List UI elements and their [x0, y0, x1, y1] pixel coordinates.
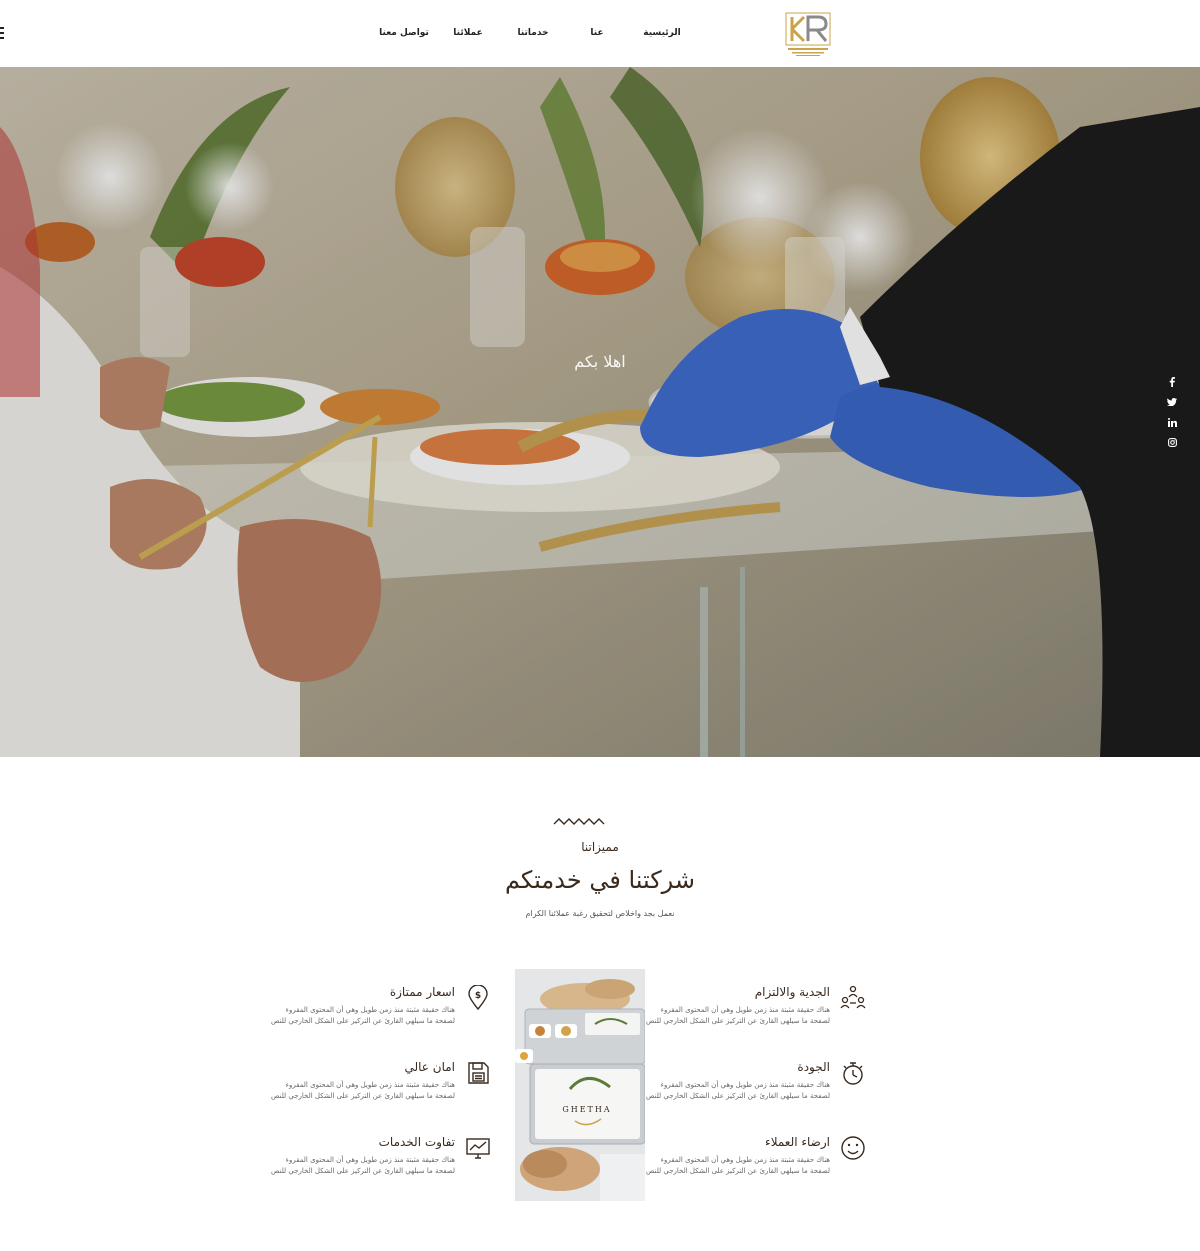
- facebook-icon[interactable]: [1166, 376, 1178, 388]
- price-pin-icon: $: [465, 984, 491, 1011]
- feature-title: اسعار ممتازة: [389, 985, 455, 999]
- nav-about[interactable]: عنا: [590, 28, 603, 38]
- hero-photo: [0, 67, 1200, 757]
- feature-prices: $ اسعار ممتازة هناك حقيقة مثبتة منذ زمن …: [265, 984, 488, 1027]
- wave-divider-icon: [553, 818, 605, 825]
- social-links: [1166, 376, 1178, 456]
- feature-title: ارضاء العملاء: [765, 1135, 830, 1149]
- feature-title: امان عالي: [404, 1060, 455, 1074]
- smiley-icon: [840, 1135, 866, 1161]
- brand-logo-icon[interactable]: [784, 11, 832, 57]
- stopwatch-icon: [840, 1060, 866, 1086]
- photo-label: GHETHA: [562, 1105, 611, 1114]
- monitor-chart-icon: [465, 1135, 491, 1161]
- feature-text: هناك حقيقة مثبتة منذ زمن طويل وهي أن الم…: [271, 1081, 455, 1100]
- section-eyebrow: مميزاتنا: [581, 840, 619, 854]
- feature-security: امان عالي هناك حقيقة مثبتة منذ زمن طويل …: [265, 1060, 489, 1102]
- feature-title: تفاوت الخدمات: [378, 1135, 455, 1149]
- section-title: شركتنا في خدمتكم: [504, 866, 696, 894]
- hero-banner: اهلا بكم: [0, 67, 1200, 757]
- feature-text: هناك حقيقة مثبتة منذ زمن طويل وهي أن الم…: [271, 1006, 455, 1025]
- feature-title: الجودة: [797, 1060, 830, 1074]
- hero-title: اهلا بكم: [574, 352, 626, 371]
- nav-contact[interactable]: تواصل معنا: [379, 28, 429, 38]
- instagram-icon[interactable]: [1166, 436, 1178, 448]
- feature-services-variety: تفاوت الخدمات هناك حقيقة مثبتة منذ زمن ط…: [265, 1135, 490, 1177]
- floppy-disk-icon: [465, 1060, 491, 1086]
- feature-text: هناك حقيقة مثبتة منذ زمن طويل وهي أن الم…: [271, 1156, 455, 1175]
- feature-customer-satisfaction: ارضاء العملاء هناك حقيقة مثبتة منذ زمن ط…: [640, 1135, 865, 1177]
- feature-title: الجدية والالتزام: [754, 985, 830, 999]
- feature-text: هناك حقيقة مثبتة منذ زمن طويل وهي أن الم…: [646, 1156, 830, 1175]
- hamburger-menu-icon[interactable]: [0, 27, 4, 39]
- site-header: تواصل معنا عملائنا خدماتنا عنا الرئيسية: [0, 0, 1200, 67]
- linkedin-icon[interactable]: [1166, 416, 1178, 428]
- twitter-icon[interactable]: [1166, 396, 1178, 408]
- nav-home[interactable]: الرئيسية: [643, 28, 680, 38]
- feature-seriousness: الجدية والالتزام هناك حقيقة مثبتة منذ زم…: [640, 985, 866, 1027]
- meal-box-photo: GHETHA: [515, 969, 645, 1201]
- feature-text: هناك حقيقة مثبتة منذ زمن طويل وهي أن الم…: [646, 1006, 830, 1025]
- feature-quality: الجودة هناك حقيقة مثبتة منذ زمن طويل وهي…: [640, 1060, 863, 1102]
- svg-text:$: $: [475, 991, 481, 1001]
- nav-clients[interactable]: عملائنا: [453, 28, 482, 38]
- team-icon: [840, 985, 866, 1011]
- nav-services[interactable]: خدماتنا: [517, 28, 548, 38]
- section-subtitle: نعمل بجد واخلاص لتحقيق رغبة عملائنا الكر…: [525, 909, 675, 918]
- feature-text: هناك حقيقة مثبتة منذ زمن طويل وهي أن الم…: [646, 1081, 830, 1100]
